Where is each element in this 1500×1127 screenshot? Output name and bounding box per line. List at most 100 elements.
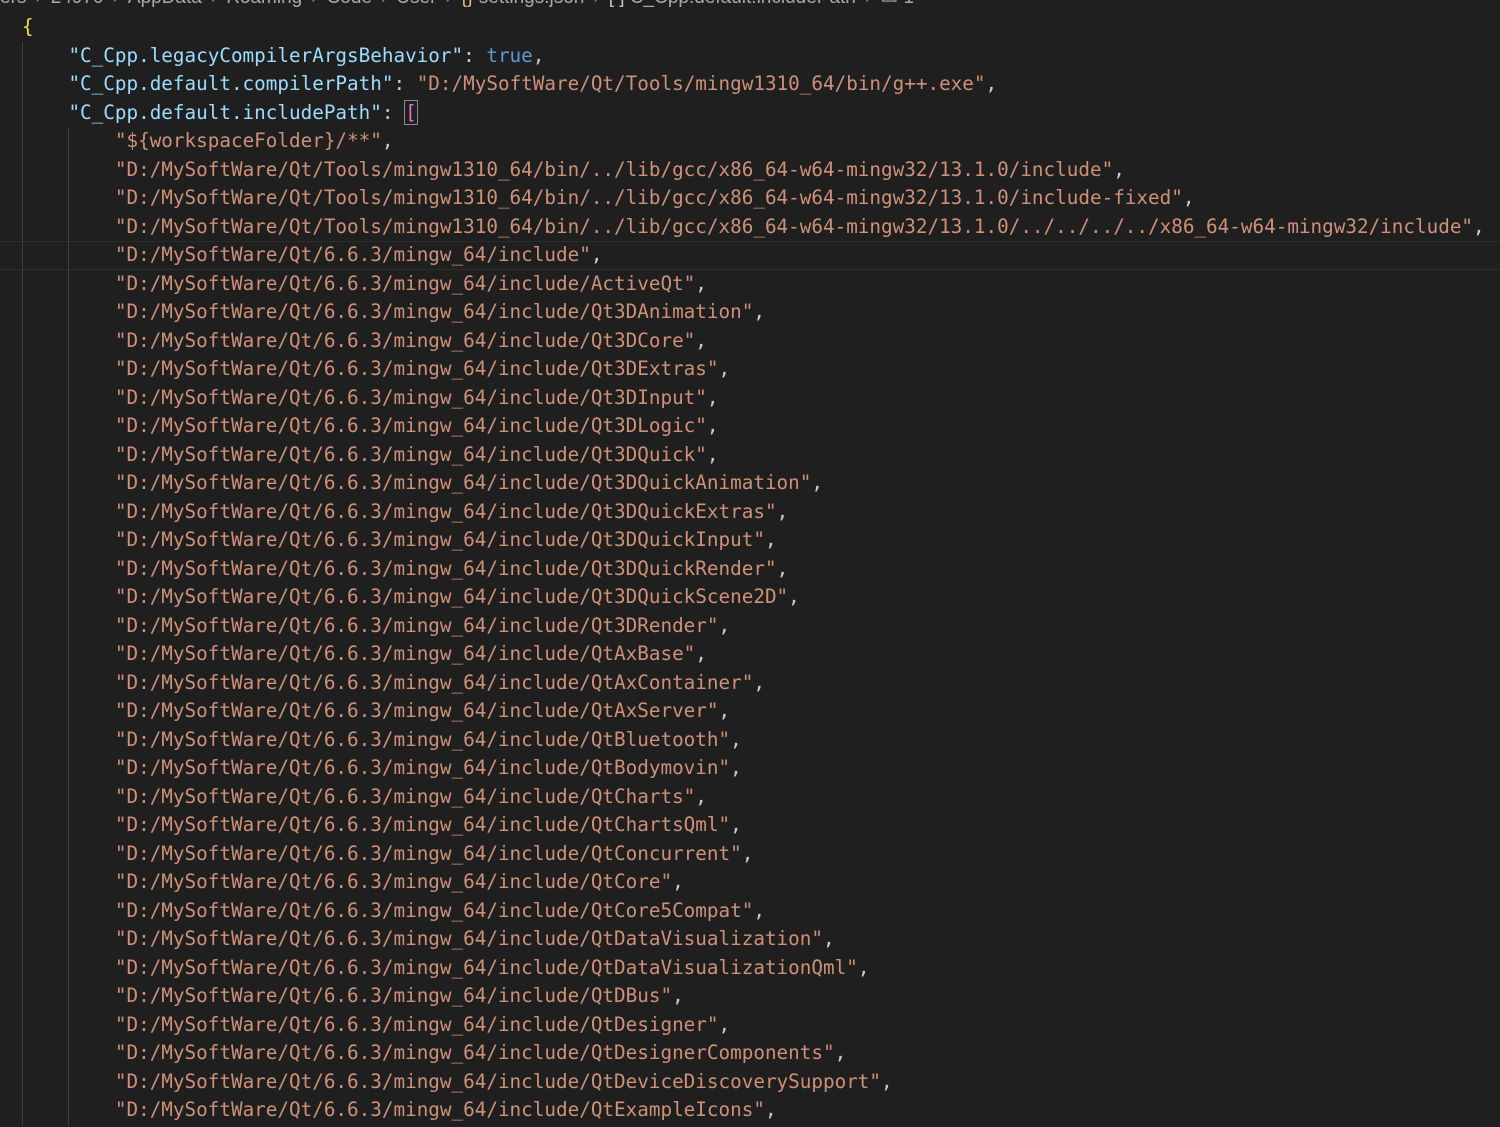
comma: , <box>718 699 731 722</box>
include-path-string: "D:/MySoftWare/Qt/6.6.3/mingw_64/include… <box>114 1098 765 1121</box>
code-area[interactable]: { "C_Cpp.legacyCompilerArgsBehavior": tr… <box>0 13 1500 1125</box>
include-path-string: "D:/MySoftWare/Qt/6.6.3/mingw_64/include… <box>114 927 823 950</box>
indent-guide <box>22 754 23 783</box>
include-path-string: "D:/MySoftWare/Qt/6.6.3/mingw_64/include… <box>114 955 858 979</box>
indent-guide <box>22 554 23 583</box>
include-path-line: "D:/MySoftWare/Qt/6.6.3/mingw_64/include… <box>0 497 1500 526</box>
include-path-line: "D:/MySoftWare/Qt/6.6.3/mingw_64/include… <box>0 754 1500 783</box>
include-path-string: "D:/MySoftWare/Qt/6.6.3/mingw_64/include… <box>114 556 777 580</box>
chevron-right-icon: › <box>584 0 608 8</box>
comma: , <box>834 1041 847 1064</box>
comma: , <box>730 813 742 836</box>
comma: , <box>718 1012 731 1036</box>
indent-guide <box>22 640 23 669</box>
comma: , <box>672 984 684 1007</box>
breadcrumb-item-roaming[interactable]: Roaming <box>226 0 302 8</box>
indent-guide <box>68 982 69 1011</box>
comma: , <box>1473 214 1485 238</box>
indent-guide <box>22 70 23 99</box>
breadcrumb-item-user[interactable]: User <box>396 0 436 8</box>
comma: , <box>1113 157 1125 181</box>
indent-guide <box>68 782 69 811</box>
setting-value: true <box>486 43 533 67</box>
include-path-string: "${workspaceFolder}/**" <box>114 129 382 152</box>
include-path-line: "D:/MySoftWare/Qt/6.6.3/mingw_64/include… <box>0 925 1500 954</box>
indent-guide <box>22 896 23 925</box>
include-path-line: "D:/MySoftWare/Qt/6.6.3/mingw_64/include… <box>0 326 1500 355</box>
setting-key: "C_Cpp.default.includePath" <box>68 100 382 124</box>
indent-guide <box>22 526 23 555</box>
include-path-string: "D:/MySoftWare/Qt/6.6.3/mingw_64/include… <box>114 841 742 865</box>
breadcrumb-item-user-id[interactable]: 24970 <box>51 0 104 8</box>
comma: , <box>718 613 731 637</box>
include-path-string: "D:/MySoftWare/Qt/6.6.3/mingw_64/include… <box>114 613 719 637</box>
indent-guide <box>22 1039 23 1068</box>
setting-key: "C_Cpp.default.compilerPath" <box>68 72 394 95</box>
indent-guide <box>22 1067 23 1096</box>
include-path-string: "D:/MySoftWare/Qt/6.6.3/mingw_64/include… <box>114 243 591 266</box>
include-path-string: "D:/MySoftWare/Qt/6.6.3/mingw_64/include… <box>114 357 719 380</box>
comma: , <box>753 670 765 694</box>
comma: , <box>695 784 707 808</box>
comma: , <box>764 1098 777 1121</box>
include-path-string: "D:/MySoftWare/Qt/6.6.3/mingw_64/include… <box>114 784 696 808</box>
include-path-line: "D:/MySoftWare/Qt/6.6.3/mingw_64/include… <box>0 440 1500 469</box>
indent-guide <box>68 298 69 327</box>
indent-guide <box>22 212 23 241</box>
indent-guide <box>68 269 69 298</box>
include-path-line: "D:/MySoftWare/Qt/6.6.3/mingw_64/include… <box>0 526 1500 555</box>
setting-value: "D:/MySoftWare/Qt/Tools/mingw1310_64/bin… <box>416 72 986 95</box>
include-path-string: "D:/MySoftWare/Qt/6.6.3/mingw_64/include… <box>114 300 754 323</box>
chevron-right-icon: › <box>202 0 226 8</box>
include-path-line: "${workspaceFolder}/**", <box>0 127 1500 156</box>
breadcrumb-item-code[interactable]: Code <box>327 0 372 8</box>
comma: , <box>776 499 789 523</box>
breadcrumb-item-include-path[interactable]: C_Cpp.default.includePath <box>630 0 856 8</box>
comma: , <box>695 642 707 665</box>
comma: , <box>1182 186 1195 209</box>
comma: , <box>985 72 998 95</box>
indent-guide <box>22 241 23 270</box>
include-path-string: "D:/MySoftWare/Qt/Tools/mingw1310_64/bin… <box>114 157 1114 181</box>
indent-guide <box>68 640 69 669</box>
include-path-string: "D:/MySoftWare/Qt/Tools/mingw1310_64/bin… <box>114 214 1474 238</box>
include-path-line: "D:/MySoftWare/Qt/6.6.3/mingw_64/include… <box>0 640 1500 669</box>
indent-guide <box>68 896 69 925</box>
indent-guide <box>68 554 69 583</box>
include-path-line: "D:/MySoftWare/Qt/6.6.3/mingw_64/include… <box>0 611 1500 640</box>
indent-guide <box>22 668 23 697</box>
indent-guide <box>68 839 69 868</box>
indent-guide <box>68 355 69 384</box>
include-path-line: "D:/MySoftWare/Qt/6.6.3/mingw_64/include… <box>0 896 1500 925</box>
indent-guide <box>22 697 23 726</box>
breadcrumb-item-array-element[interactable]: 1 <box>903 0 914 8</box>
include-path-line: "D:/MySoftWare/Qt/6.6.3/mingw_64/include… <box>0 554 1500 583</box>
include-path-string: "D:/MySoftWare/Qt/6.6.3/mingw_64/include… <box>114 442 707 466</box>
indent-guide <box>68 469 69 498</box>
include-path-string: "D:/MySoftWare/Qt/6.6.3/mingw_64/include… <box>114 414 707 437</box>
indent-guide <box>22 98 23 127</box>
include-path-line: "D:/MySoftWare/Qt/6.6.3/mingw_64/include… <box>0 839 1500 868</box>
include-path-line: "D:/MySoftWare/Qt/6.6.3/mingw_64/include… <box>0 298 1500 327</box>
breadcrumb-item-settings-json[interactable]: settings.json <box>479 0 585 8</box>
include-path-string: "D:/MySoftWare/Qt/6.6.3/mingw_64/include… <box>114 328 696 352</box>
include-path-string: "D:/MySoftWare/Qt/6.6.3/mingw_64/include… <box>114 499 777 523</box>
chevron-right-icon: › <box>104 0 128 8</box>
indent-guide <box>68 412 69 441</box>
indent-guide <box>68 611 69 640</box>
indent-guide <box>22 1010 23 1039</box>
comma: , <box>706 442 719 466</box>
code-line: "C_Cpp.legacyCompilerArgsBehavior": true… <box>0 41 1500 70</box>
indent-guide <box>68 953 69 982</box>
include-path-line: "D:/MySoftWare/Qt/Tools/mingw1310_64/bin… <box>0 155 1500 184</box>
indent-guide <box>68 155 69 184</box>
include-path-string: "D:/MySoftWare/Qt/6.6.3/mingw_64/include… <box>114 1012 719 1036</box>
include-path-line: "D:/MySoftWare/Qt/6.6.3/mingw_64/include… <box>0 383 1500 412</box>
breadcrumb-item-appdata[interactable]: AppData <box>128 0 202 8</box>
indent-guide <box>22 839 23 868</box>
indent-guide <box>22 953 23 982</box>
indent-guide <box>22 469 23 498</box>
breadcrumb-item-user-folder[interactable]: ers <box>0 0 26 8</box>
include-path-string: "D:/MySoftWare/Qt/6.6.3/mingw_64/include… <box>114 642 696 665</box>
json-editor[interactable]: ers›24970›AppData›Roaming›Code›User›{} s… <box>0 0 1500 1127</box>
